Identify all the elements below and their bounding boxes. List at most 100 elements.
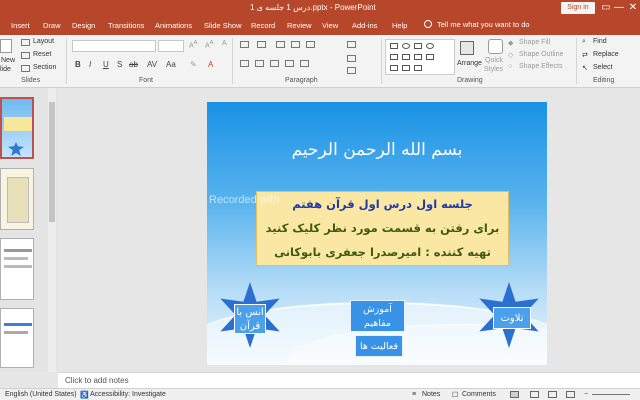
grow-font-icon[interactable]: AA [189,40,198,49]
shapes-gallery[interactable] [385,39,455,75]
thumbnail-text-line [4,257,28,260]
bullets-icon[interactable] [240,41,249,48]
slideshow-icon[interactable] [566,391,575,398]
new-slide-icon[interactable] [0,39,12,53]
shadow-button[interactable]: S [117,60,122,69]
new-slide-button[interactable]: New [1,57,15,64]
font-color-icon[interactable]: A [208,60,213,69]
reading-view-icon[interactable] [548,391,557,398]
triangle-shape-icon[interactable] [402,54,410,60]
tab-add-ins[interactable]: Add-ins [352,21,377,30]
replace-icon: ⇄ [582,52,588,59]
rectangle-shape-icon[interactable] [390,43,398,49]
thumbnails-scrollbar[interactable] [48,88,56,372]
tell-me-search[interactable]: Tell me what you want to do [424,20,530,29]
shape-fill-button[interactable]: Shape Fill [519,39,550,46]
slide-thumbnail-4[interactable] [0,308,34,368]
font-name-field[interactable] [72,40,156,52]
justify-icon[interactable] [285,60,294,67]
normal-view-icon[interactable] [510,391,519,398]
tab-transitions[interactable]: Transitions [108,21,144,30]
notes-placeholder[interactable]: Click to add notes [65,376,129,385]
align-right-icon[interactable] [270,60,279,67]
recitation-button[interactable]: تلاوت [493,307,531,329]
rectangle-shape-icon[interactable] [414,43,422,49]
slide-thumbnail-1[interactable] [0,97,34,159]
minimize-button[interactable]: — [612,1,626,15]
layout-button[interactable]: Layout [33,38,54,45]
align-left-icon[interactable] [240,60,249,67]
reset-button[interactable]: Reset [33,51,51,58]
change-case-button[interactable]: Aa [166,60,176,69]
scrollbar-thumb[interactable] [49,102,55,222]
slide-thumbnail-3[interactable] [0,238,34,300]
font-size-field[interactable] [158,40,184,52]
concepts-button[interactable]: آموزش مفاهیم [350,300,405,332]
underline-button[interactable]: U [103,60,109,69]
zoom-out-icon[interactable]: − [584,391,588,398]
tab-slide-show[interactable]: Slide Show [204,21,242,30]
replace-button[interactable]: Replace [593,51,619,58]
callout-shape-icon[interactable] [402,65,410,71]
tab-review[interactable]: Review [287,21,312,30]
layout-icon [21,39,30,46]
arrow-shape-icon[interactable] [414,54,422,60]
notes-pane[interactable]: Click to add notes [58,372,640,388]
thumbnail-text-line [4,323,32,326]
tab-record[interactable]: Record [251,21,275,30]
star-shape-icon[interactable] [426,54,434,60]
shape-outline-button[interactable]: Shape Outline [519,51,563,58]
thumbnail-star-shape [8,142,24,156]
zoom-slider[interactable] [592,394,630,395]
accessibility-status[interactable]: Accessibility: Investigate [90,391,166,398]
info-text-box[interactable]: جلسه اول درس اول قرآن هفتم برای رفتن به … [256,191,509,266]
smartart-icon[interactable] [347,67,356,74]
oval-shape-icon[interactable] [426,43,434,49]
thumbnail-text-line [4,249,32,252]
align-center-icon[interactable] [255,60,264,67]
shape-effects-button[interactable]: Shape Effects [519,63,562,70]
tab-view[interactable]: View [322,21,338,30]
activities-button[interactable]: فعالیت ها [355,335,403,357]
text-direction-icon[interactable] [347,41,356,48]
arrange-button[interactable]: Arrange [457,60,482,67]
quick-styles-button[interactable]: Quick [485,57,503,64]
select-button[interactable]: Select [593,64,612,71]
slide-sorter-icon[interactable] [530,391,539,398]
comments-button[interactable]: Comments [462,391,496,398]
decrease-indent-icon[interactable] [276,41,285,48]
oval-shape-icon[interactable] [402,43,410,49]
clear-formatting-icon[interactable]: A [222,40,227,47]
bold-button[interactable]: B [75,60,81,69]
slide-thumbnail-2[interactable] [0,168,34,230]
slide-canvas[interactable]: بسم الله الرحمن الرحیم جلسه اول درس اول … [207,102,547,365]
italic-button[interactable]: I [89,60,91,69]
tab-draw[interactable]: Draw [43,21,61,30]
find-button[interactable]: Find [593,38,607,45]
lesson-heading: جلسه اول درس اول قرآن هفتم [292,197,473,211]
strikethrough-button[interactable]: ab [129,60,138,69]
sign-in-button[interactable]: Sign in [561,2,595,14]
tab-help[interactable]: Help [392,21,407,30]
tab-design[interactable]: Design [72,21,95,30]
highlight-icon[interactable]: ✎ [190,60,197,69]
shrink-font-icon[interactable]: AA [205,40,214,49]
language-status[interactable]: English (United States) [5,391,77,398]
character-spacing-button[interactable]: AV [147,60,157,69]
tab-animations[interactable]: Animations [155,21,192,30]
line-shape-icon[interactable] [390,54,398,60]
slide-title[interactable]: بسم الله الرحمن الرحیم [207,140,547,160]
increase-indent-icon[interactable] [291,41,300,48]
notes-button[interactable]: Notes [422,391,440,398]
brace-shape-icon[interactable] [390,65,398,71]
quran-familiarity-button[interactable]: انس با قرآن [234,304,266,334]
ribbon-display-icon[interactable]: ▭ [599,1,613,15]
tab-insert[interactable]: Insert [11,21,30,30]
align-text-icon[interactable] [347,55,356,62]
close-button[interactable]: ✕ [626,1,640,15]
columns-icon[interactable] [300,60,309,67]
line-spacing-icon[interactable] [306,41,315,48]
curve-shape-icon[interactable] [414,65,422,71]
section-button[interactable]: Section [33,64,56,71]
numbering-icon[interactable] [257,41,266,48]
